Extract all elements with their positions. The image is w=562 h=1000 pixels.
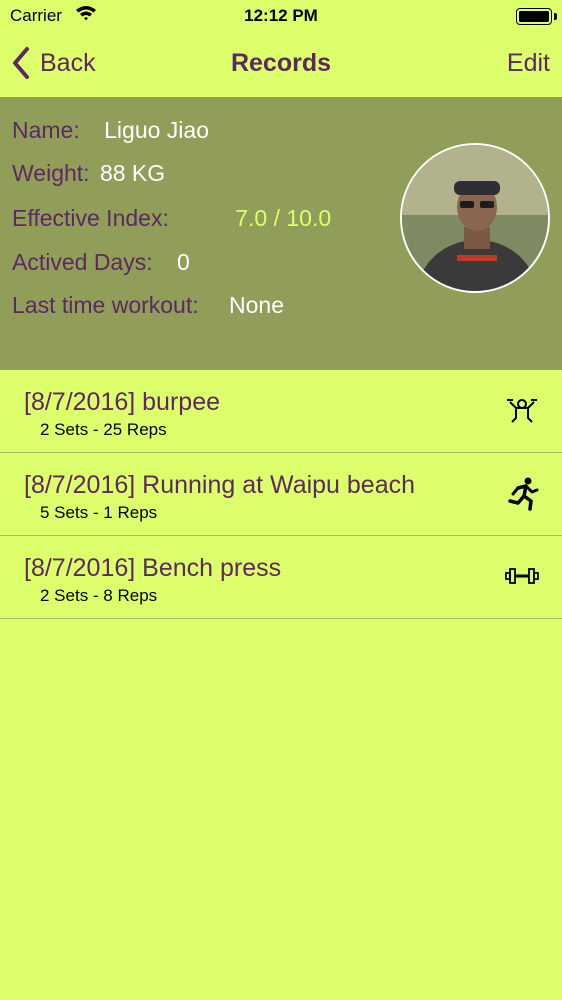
weight-value: 88 KG — [99, 160, 166, 186]
record-title: [8/7/2016] Bench press — [24, 554, 282, 582]
actived-days-value: 0 — [177, 249, 190, 275]
weight-row: Weight: 88 KG — [12, 160, 165, 187]
effective-index-row: Effective Index: 7.0 / 10.0 — [12, 205, 331, 232]
record-title: [8/7/2016] Running at Waipu beach — [24, 471, 416, 499]
effective-index-value: 7.0 / 10.0 — [235, 205, 332, 231]
navigation-bar: Back Records Edit — [0, 34, 562, 96]
running-icon — [508, 477, 539, 511]
weight-label: Weight: — [12, 160, 90, 186]
page-title: Records — [230, 49, 332, 77]
list-item[interactable]: [8/7/2016] Running at Waipu beach 5 Sets… — [0, 453, 562, 536]
actived-days-label: Actived Days: — [12, 249, 153, 275]
battery-nub — [554, 13, 557, 20]
battery-icon — [516, 8, 552, 25]
last-workout-row: Last time workout: None — [12, 292, 284, 319]
name-value: Liguo Jiao — [104, 117, 209, 143]
profile-panel: Name: Liguo Jiao Weight: 88 KG Effective… — [0, 97, 562, 370]
avatar-photo — [402, 145, 548, 291]
list-item[interactable]: [8/7/2016] Bench press 2 Sets - 8 Reps — [0, 536, 562, 619]
list-item[interactable]: [8/7/2016] burpee 2 Sets - 25 Reps — [0, 370, 562, 453]
avatar[interactable] — [400, 143, 550, 293]
record-detail: 2 Sets - 8 Reps — [40, 586, 158, 605]
dumbbell-icon — [505, 568, 539, 584]
last-workout-value: None — [229, 292, 285, 318]
record-detail: 2 Sets - 25 Reps — [40, 420, 167, 439]
last-workout-label: Last time workout: — [12, 292, 199, 318]
record-detail: 5 Sets - 1 Reps — [40, 503, 158, 522]
record-title: [8/7/2016] burpee — [24, 388, 220, 416]
burpee-icon — [507, 399, 537, 423]
records-list: [8/7/2016] burpee 2 Sets - 25 Reps [8/7/… — [0, 370, 562, 619]
status-bar: Carrier 12:12 PM — [0, 0, 562, 34]
name-row: Name: Liguo Jiao — [12, 117, 209, 144]
edit-button[interactable]: Edit — [507, 49, 550, 78]
name-label: Name: — [12, 117, 80, 143]
effective-index-label: Effective Index: — [12, 205, 169, 231]
actived-days-row: Actived Days: 0 — [12, 249, 190, 276]
clock: 12:12 PM — [244, 6, 318, 25]
